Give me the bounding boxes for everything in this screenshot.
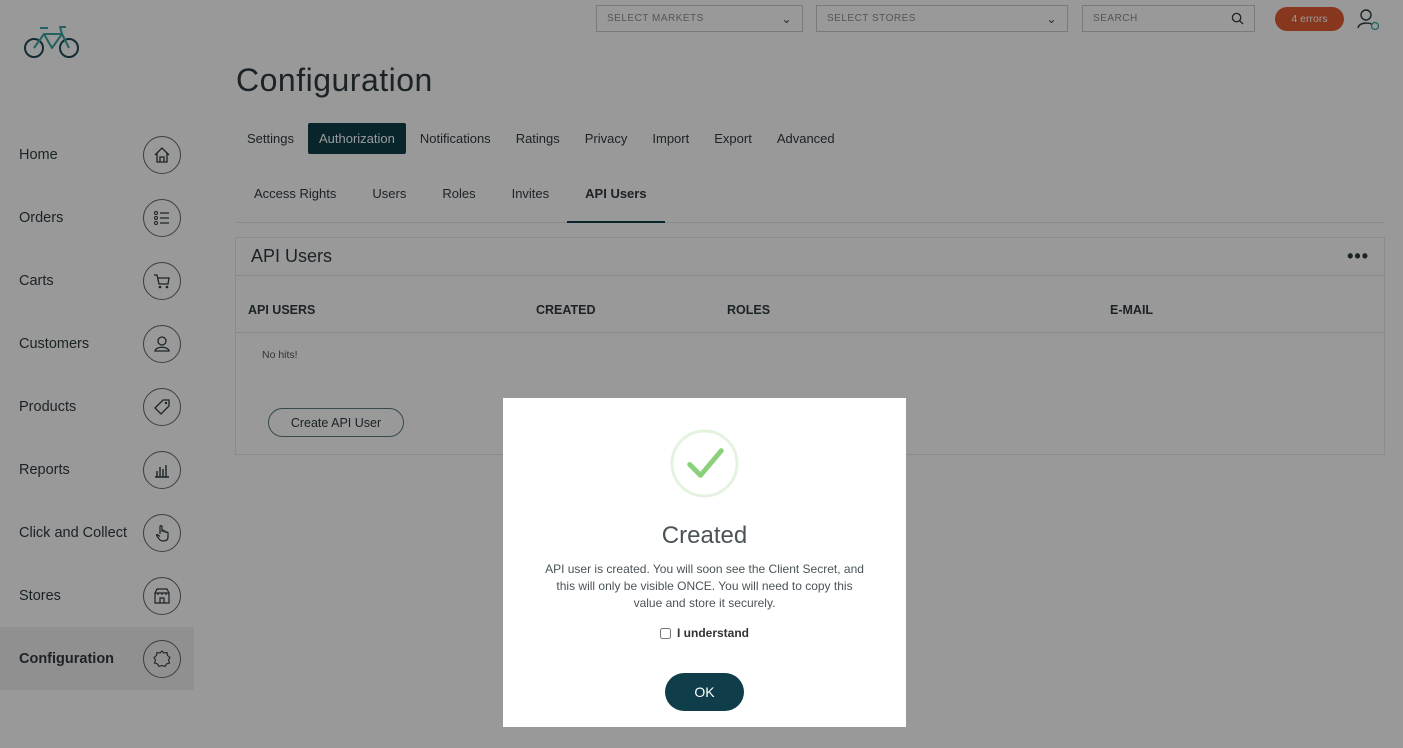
ok-button[interactable]: OK bbox=[665, 673, 744, 711]
dialog-title: Created bbox=[661, 522, 748, 549]
success-check-icon bbox=[670, 429, 739, 498]
dialog-message: API user is created. You will soon see t… bbox=[545, 562, 864, 610]
understand-label: I understand bbox=[676, 626, 749, 640]
created-dialog: Created API user is created. You will so… bbox=[503, 398, 906, 727]
understand-checkbox[interactable] bbox=[659, 627, 671, 639]
understand-checkbox-row[interactable]: I understand bbox=[503, 626, 906, 640]
